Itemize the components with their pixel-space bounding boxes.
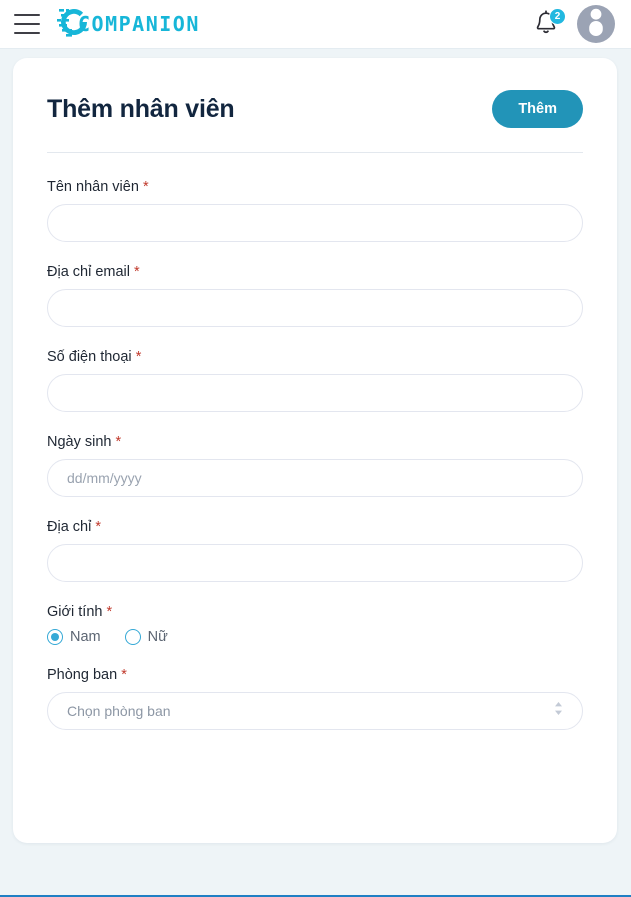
label-birthdate: Ngày sinh * — [47, 434, 583, 450]
user-avatar[interactable] — [577, 5, 615, 43]
page-title: Thêm nhân viên — [47, 94, 235, 123]
gender-option-male[interactable]: Nam — [47, 629, 101, 645]
brand-logo[interactable]: COMPANION — [57, 5, 200, 44]
label-text: Địa chỉ email — [47, 264, 130, 280]
gender-option-male-label: Nam — [70, 629, 101, 645]
label-gender: Giới tính * — [47, 604, 583, 620]
gender-option-female[interactable]: Nữ — [124, 629, 168, 645]
field-birthdate: Ngày sinh * — [47, 434, 583, 497]
hamburger-line — [14, 32, 40, 34]
card-header: Thêm nhân viên Thêm — [47, 90, 583, 128]
hamburger-menu-icon[interactable] — [14, 14, 40, 34]
required-asterisk: * — [142, 179, 149, 195]
required-asterisk: * — [95, 519, 102, 535]
label-department: Phòng ban * — [47, 667, 583, 683]
label-text: Giới tính — [47, 604, 103, 620]
add-employee-submit-button[interactable]: Thêm — [492, 90, 583, 128]
required-asterisk: * — [106, 604, 113, 620]
address-input[interactable] — [47, 544, 583, 582]
label-address: Địa chỉ * — [47, 519, 583, 535]
phone-input[interactable] — [47, 374, 583, 412]
required-asterisk: * — [134, 264, 140, 280]
required-asterisk: * — [135, 349, 142, 365]
user-avatar-icon — [577, 5, 615, 43]
label-phone: Số điện thoại * — [47, 349, 583, 365]
add-employee-form: Tên nhân viên * Địa chỉ email * Số điện … — [47, 179, 583, 730]
gender-option-female-label: Nữ — [147, 629, 168, 645]
radio-unselected-icon[interactable] — [124, 629, 141, 645]
notification-count-badge: 2 — [549, 8, 566, 25]
notifications-button[interactable]: 2 — [533, 8, 566, 41]
label-text: Tên nhân viên — [47, 179, 139, 195]
department-select[interactable]: Chọn phòng ban — [47, 692, 583, 730]
email-input[interactable] — [47, 289, 583, 327]
field-email: Địa chỉ email * — [47, 264, 583, 327]
topbar-actions: 2 — [533, 5, 615, 43]
field-address: Địa chỉ * — [47, 519, 583, 582]
page-content: Thêm nhân viên Thêm Tên nhân viên * Địa … — [0, 49, 631, 843]
birthdate-input[interactable] — [47, 459, 583, 497]
field-gender: Giới tính * Nam Nữ — [47, 604, 583, 645]
bell-icon — [533, 10, 559, 41]
department-select-wrapper: Chọn phòng ban — [47, 692, 583, 730]
add-employee-card: Thêm nhân viên Thêm Tên nhân viên * Địa … — [13, 58, 617, 843]
radio-selected-icon[interactable] — [47, 629, 63, 645]
gender-radio-group: Nam Nữ — [47, 629, 583, 645]
field-employee-name: Tên nhân viên * — [47, 179, 583, 242]
field-phone: Số điện thoại * — [47, 349, 583, 412]
hamburger-line — [14, 14, 40, 16]
hamburger-line — [14, 23, 40, 25]
label-employee-name: Tên nhân viên * — [47, 179, 583, 195]
label-text: Phòng ban — [47, 667, 118, 683]
employee-name-input[interactable] — [47, 204, 583, 242]
label-text: Số điện thoại — [47, 349, 132, 365]
brand-name: COMPANION — [78, 12, 200, 36]
required-asterisk: * — [121, 667, 127, 683]
department-selected-value: Chọn phòng ban — [67, 703, 171, 719]
field-department: Phòng ban * Chọn phòng ban — [47, 667, 583, 730]
top-navigation-bar: COMPANION 2 — [0, 0, 631, 49]
label-email: Địa chỉ email * — [47, 264, 583, 280]
label-text: Ngày sinh — [47, 434, 112, 450]
header-divider — [47, 152, 583, 153]
label-text: Địa chỉ — [47, 519, 92, 535]
required-asterisk: * — [115, 434, 122, 450]
